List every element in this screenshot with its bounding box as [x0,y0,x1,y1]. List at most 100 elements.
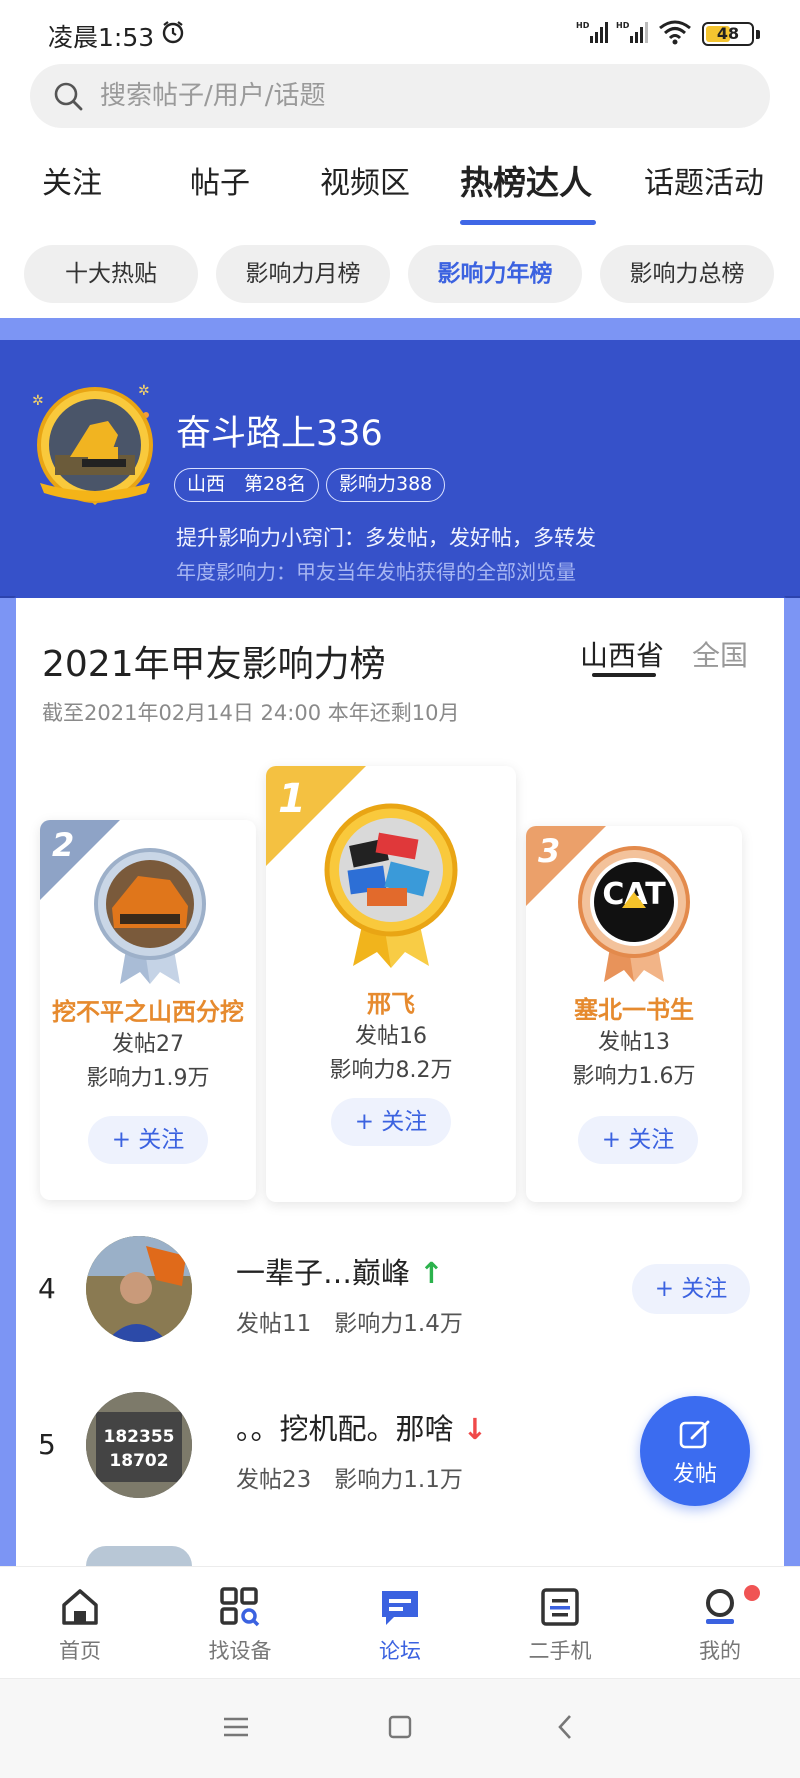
battery-indicator: 48 [702,22,754,46]
back-icon[interactable] [552,1713,580,1741]
podium-influence-1: 影响力8.2万 [329,1058,453,1083]
follow-button[interactable]: + 关注 [632,1264,750,1314]
podium-posts-3: 发帖13 [598,1030,670,1055]
edit-icon [679,1420,710,1449]
list-name-text: 。。挖机配。那啥 [236,1412,454,1446]
search-input[interactable] [100,64,740,128]
user-avatar-medal[interactable]: ✲ ✲ [30,365,160,515]
new-post-button[interactable]: 发帖 [640,1396,750,1506]
follow-button-3[interactable]: + 关注 [578,1116,698,1164]
wifi-icon [659,20,691,45]
alarm-icon [162,21,184,44]
list-posts: 发帖23 影响力1.1万 [236,1460,463,1494]
nav-used-machines-label: 二手机 [528,1639,592,1663]
profile-icon [706,1589,734,1624]
tab-topics[interactable]: 话题活动 [644,158,764,202]
podium-name-1[interactable]: 邢飞 [266,984,516,1019]
podium-name-3[interactable]: 塞北一书生 [526,990,742,1025]
list-posts-value: 发帖23 [236,1467,312,1493]
svg-text:HD: HD [576,21,590,30]
list-rank: 5 [38,1428,56,1461]
status-time: 凌晨1:53 [48,23,155,52]
nav-mine[interactable]: 我的 [660,1567,780,1679]
list-posts: 发帖11 影响力1.4万 [236,1304,463,1338]
silver-medal-avatar [94,848,206,984]
list-name[interactable]: 一辈子…巅峰 ↑ [236,1250,444,1292]
svg-text:182355: 182355 [104,1427,175,1447]
active-tab-underline [460,220,596,225]
influence-badge: 影响力388 [326,468,446,502]
user-photo [86,1236,192,1342]
podium-influence-2: 影响力1.9万 [86,1066,210,1091]
nav-find-equipment-label: 找设备 [208,1639,272,1663]
nav-find-equipment[interactable]: 找设备 [180,1567,300,1679]
scope-tab-national[interactable]: 全国 [692,634,748,674]
side-strip-left [0,598,16,1566]
rank-number-3: 3 [538,832,561,870]
trend-up-icon: ↑ [419,1256,444,1290]
status-bar: 凌晨1:53 HD HD 48 [0,0,800,62]
tab-hot-list[interactable]: 热榜达人 [460,156,592,204]
svg-text:HD: HD [616,21,630,30]
tab-posts[interactable]: 帖子 [190,158,250,202]
follow-button-2[interactable]: + 关注 [88,1116,208,1164]
nav-used-machines[interactable]: 二手机 [500,1567,620,1679]
side-strip-right [784,598,800,1566]
svg-text:18702: 18702 [109,1451,168,1471]
subtab-yearly[interactable]: 影响力年榜 [408,245,582,303]
podium-card-1[interactable]: 1 邢飞 发帖16 影响力8.2万 + 关注 [266,766,516,1202]
rank-number-2: 2 [52,826,75,864]
tab-video[interactable]: 视频区 [320,158,410,202]
follow-button-1[interactable]: + 关注 [331,1098,451,1146]
scan-grid-icon [220,1587,260,1627]
list-name-text: 一辈子…巅峰 [236,1256,411,1290]
podium-name-2[interactable]: 挖不平之山西分挖 [40,992,256,1027]
list-influence: 影响力1.1万 [334,1467,463,1493]
gold-medal-avatar [324,803,458,968]
podium-card-3[interactable]: 3 CAT 塞北一书生 发帖13 影响力1.6万 + 关注 [526,826,742,1202]
avatar[interactable]: 182355 18702 [86,1392,192,1498]
list-name[interactable]: 。。挖机配。那啥 ↓ [236,1406,487,1448]
board-title: 2021年甲友影响力榜 [42,644,386,685]
podium-posts-2: 发帖27 [112,1032,184,1057]
subtab-total[interactable]: 影响力总榜 [600,245,774,303]
subtab-monthly[interactable]: 影响力月榜 [216,245,390,303]
nav-forum-label: 论坛 [379,1639,421,1663]
search-bar[interactable] [30,64,770,128]
main-tabs: 关注 帖子 视频区 热榜达人 话题活动 [0,150,800,230]
podium-card-2[interactable]: 2 挖不平之山西分挖 发帖27 影响力1.9万 + 关注 [40,820,256,1200]
list-posts-value: 发帖11 [236,1311,312,1337]
list-rank: 4 [38,1272,56,1305]
subtab-top10[interactable]: 十大热贴 [24,245,198,303]
influence-tip: 提升影响力小窍门：多发帖，发好帖，多转发 [176,526,596,550]
bottom-nav: 首页 找设备 论坛 二手机 我的 [0,1566,800,1678]
nav-home-label: 首页 [59,1639,101,1663]
menu-icon[interactable] [222,1713,250,1741]
podium-posts-1: 发帖16 [355,1024,427,1049]
home-button-icon[interactable] [386,1713,414,1741]
banner-top-strip [0,318,800,340]
battery-level: 48 [716,24,740,43]
avatar[interactable] [86,1236,192,1342]
avatar [86,1546,192,1566]
signal-icon-2: HD [616,21,648,43]
nav-mine-label: 我的 [699,1639,741,1663]
list-influence: 影响力1.4万 [334,1311,463,1337]
bronze-medal-avatar: CAT [578,846,690,982]
battery-cap [756,30,760,39]
region-rank-badge: 山西 第28名 [174,468,320,502]
home-icon [62,1589,98,1625]
search-icon [54,82,83,111]
new-post-label: 发帖 [672,1462,717,1487]
system-nav-bar [0,1678,800,1778]
chat-bubble-icon [382,1591,418,1625]
user-name: 奋斗路上336 [176,414,383,454]
tab-follow[interactable]: 关注 [42,158,102,202]
nav-forum[interactable]: 论坛 [340,1567,460,1679]
nav-home[interactable]: 首页 [20,1567,140,1679]
notification-dot [744,1585,760,1601]
podium-influence-3: 影响力1.6万 [572,1064,696,1089]
scope-tab-province[interactable]: 山西省 [580,634,664,674]
rank-number-1: 1 [278,776,306,822]
deadline-text: 截至2021年02月14日 24:00 本年还剩10月 [42,701,460,725]
